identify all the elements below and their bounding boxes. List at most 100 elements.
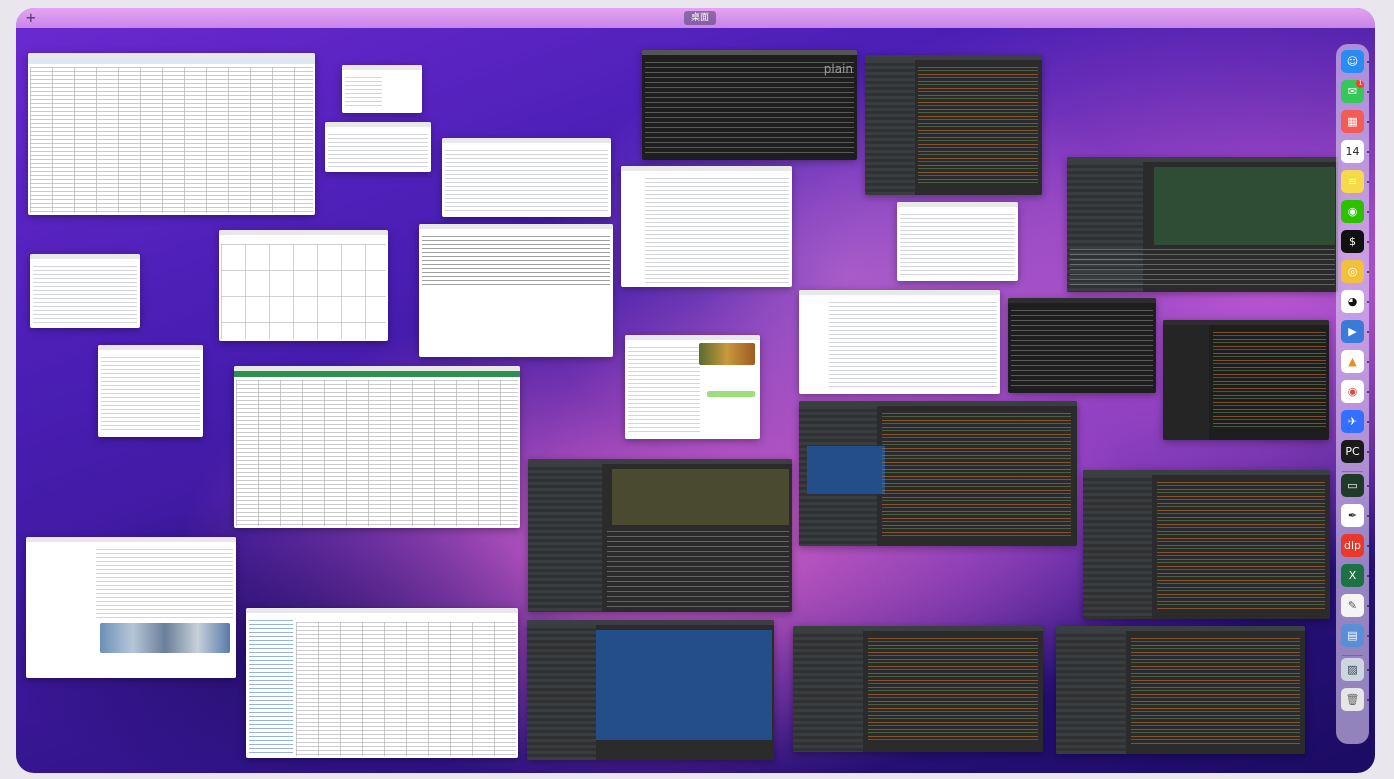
window-messenger[interactable] [897,202,1018,281]
window-ide-blue[interactable] [799,401,1077,546]
dock-separator [1342,471,1363,472]
dock-chrome-glyph: ◉ [1347,385,1358,398]
window-text-document[interactable] [419,224,613,357]
window-calendar[interactable] [219,230,388,341]
dock-vlc-glyph: ▲ [1348,355,1357,368]
dock-app-ring-glyph: ◎ [1347,265,1358,278]
window-wechat-chat[interactable] [625,335,760,439]
dock-calendar-icon[interactable]: 14 [1341,140,1364,163]
dock-player-icon[interactable]: ▶ [1341,320,1364,343]
dock-launchpad-glyph: ▦ [1347,115,1358,128]
dock-screen-tool-glyph: ▭ [1347,479,1358,492]
running-indicator [1367,575,1369,577]
dock-notes-icon[interactable]: ≡ [1341,170,1364,193]
window-small-note[interactable] [342,65,422,113]
dock-excel-glyph: X [1348,569,1357,582]
notification-badge: 1 [1356,80,1364,88]
dock-trash-glyph: 🗑 [1345,693,1360,706]
window-mail[interactable] [799,290,1000,394]
dock-photos-folder-icon[interactable]: ▨ [1341,658,1364,681]
dock-preview-icon[interactable]: ▤ [1341,624,1364,647]
dock-terminal-glyph: $ [1349,235,1356,248]
dock-screen-tool-icon[interactable]: ▭ [1341,474,1364,497]
dock-notes-glyph: ≡ [1347,175,1358,188]
window-ide-yellow[interactable] [528,459,792,612]
running-indicator [1367,61,1369,63]
running-indicator [1367,635,1369,637]
running-indicator [1367,331,1369,333]
dock-pycharm-glyph: PC [1345,445,1360,458]
mission-control-desktop: + 桌面 plain [16,8,1375,773]
running-indicator [1367,515,1369,517]
running-indicator [1367,121,1369,123]
window-ide-5[interactable] [793,626,1043,752]
dock-dlp-app-glyph: dlp [1343,539,1362,552]
window-browser-article[interactable] [26,537,236,678]
dock-wechat-glyph: ◉ [1347,205,1358,218]
dock-messages-icon[interactable]: ✉ 1 [1341,80,1364,103]
window-ide-green[interactable] [1067,157,1338,292]
window-terminal[interactable]: plain [642,50,857,160]
dock-launchpad-icon[interactable]: ▦ [1341,110,1364,133]
window-social-app[interactable] [30,254,140,328]
dock: ☺ ✉ 1 ▦ 14 ≡ ◉ $ ◎ ◕ ▶ ▲ ◉ ✈ PC ▭ ✒ dlp X ✎ ▤ ▨ 🗑 [1336,44,1369,744]
terminal-plain-label: plain [823,62,853,76]
dock-dlp-app-icon[interactable]: dlp [1341,534,1364,557]
running-indicator [1367,91,1369,93]
window-file-list[interactable] [442,138,611,217]
running-indicator [1367,151,1369,153]
running-indicator [1367,421,1369,423]
running-indicator [1367,451,1369,453]
window-spreadsheet-2[interactable] [234,366,520,528]
window-spreadsheet-3[interactable] [246,608,518,758]
running-indicator [1367,241,1369,243]
window-ide-4[interactable] [527,620,774,760]
running-indicator [1367,391,1369,393]
dock-app-ring-icon[interactable]: ◎ [1341,260,1364,283]
window-spreadsheet-1[interactable] [28,53,315,215]
dock-textedit-glyph: ✎ [1347,599,1358,612]
running-indicator [1367,605,1369,607]
running-indicator [1367,211,1369,213]
dock-terminal-icon[interactable]: $ [1341,230,1364,253]
running-indicator [1367,669,1369,671]
running-indicator [1367,485,1369,487]
dock-vlc-icon[interactable]: ▲ [1341,350,1364,373]
running-indicator [1367,181,1369,183]
dock-calendar-glyph: 14 [1345,145,1360,158]
running-indicator [1367,699,1369,701]
dock-player-glyph: ▶ [1348,325,1357,338]
dock-finder-glyph: ☺ [1346,55,1359,68]
dock-feishu-icon[interactable]: ✈ [1341,410,1364,433]
window-small-table[interactable] [325,122,431,172]
running-indicator [1367,361,1369,363]
dock-feishu-glyph: ✈ [1347,415,1358,428]
dock-trash-icon[interactable]: 🗑 [1341,688,1364,711]
dock-chrome-icon[interactable]: ◉ [1341,380,1364,403]
window-chat-list[interactable] [621,166,792,287]
window-ide-3[interactable] [1083,470,1330,619]
window-terminal-grid[interactable] [1008,298,1156,393]
dock-pen-tool-icon[interactable]: ✒ [1341,504,1364,527]
desktop-space-label[interactable]: 桌面 [684,11,717,25]
dock-messages-glyph: ✉ [1347,85,1358,98]
dock-textedit-icon[interactable]: ✎ [1341,594,1364,617]
dock-qq-glyph: ◕ [1347,295,1358,308]
dock-wechat-icon[interactable]: ◉ [1341,200,1364,223]
window-ide-6[interactable] [1056,626,1305,754]
add-space-button[interactable]: + [26,8,36,28]
dock-pycharm-icon[interactable]: PC [1341,440,1364,463]
window-small-list[interactable] [98,345,203,437]
window-code-editor-2[interactable] [1163,320,1329,440]
dock-excel-icon[interactable]: X [1341,564,1364,587]
dock-photos-folder-glyph: ▨ [1347,663,1358,676]
dock-pen-tool-glyph: ✒ [1347,509,1358,522]
dock-separator [1342,655,1363,656]
running-indicator [1367,545,1369,547]
window-code-editor-1[interactable] [865,55,1042,195]
running-indicator [1367,301,1369,303]
dock-preview-glyph: ▤ [1347,629,1358,642]
dock-finder-icon[interactable]: ☺ [1341,50,1364,73]
dock-qq-icon[interactable]: ◕ [1341,290,1364,313]
running-indicator [1367,271,1369,273]
